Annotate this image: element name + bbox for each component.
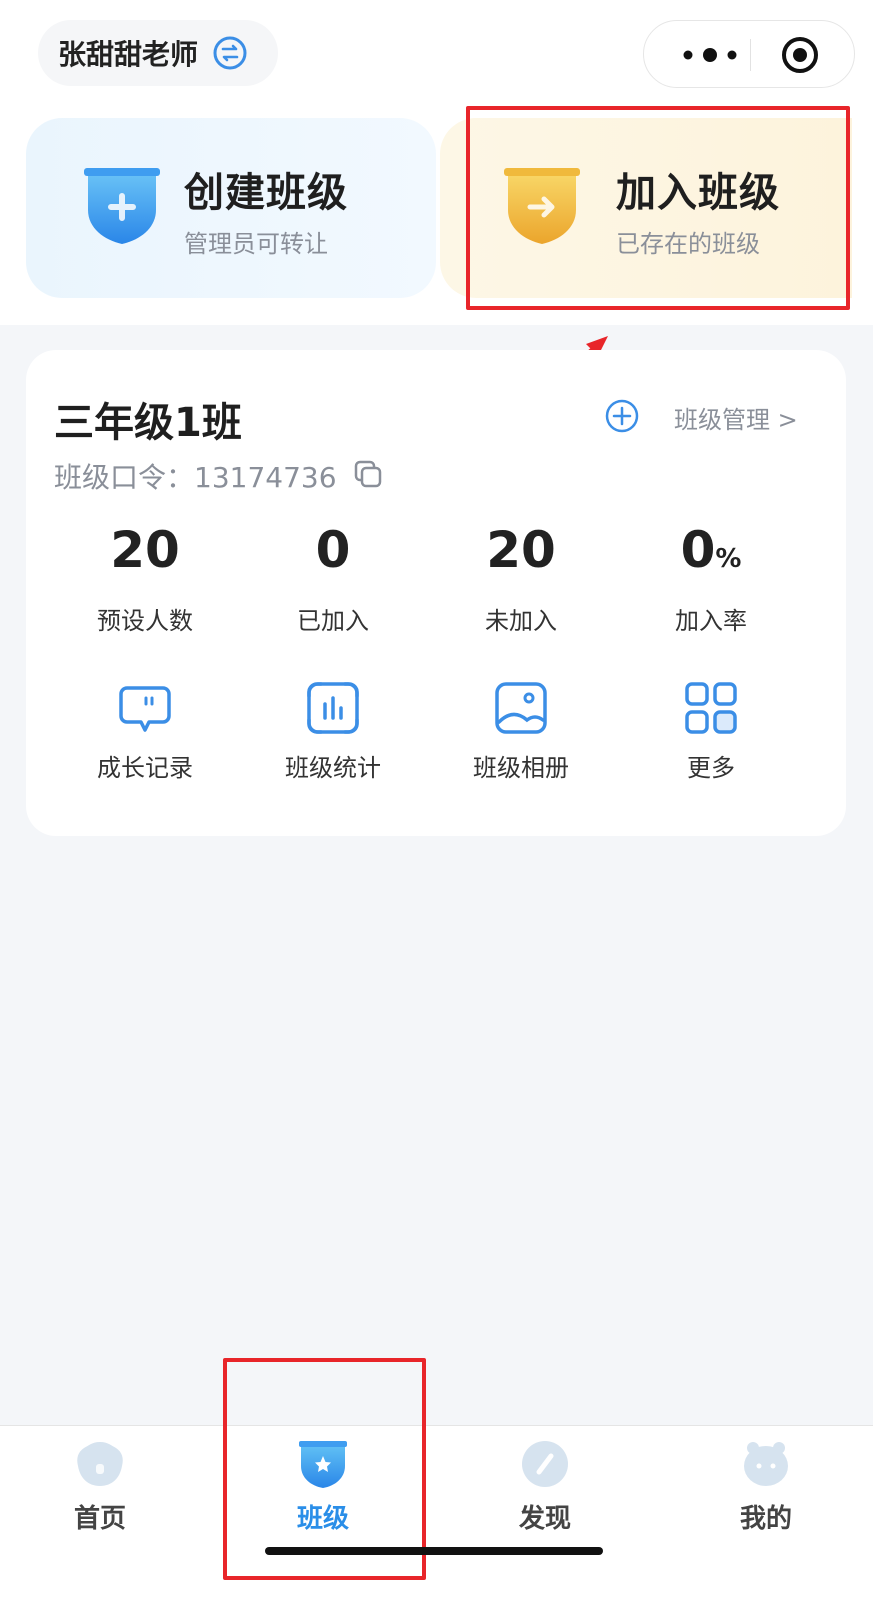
stat-preset-count: 20 预设人数 (50, 520, 240, 636)
tab-home[interactable]: 首页 (20, 1438, 180, 1535)
grid-more-icon (685, 682, 737, 734)
home-indicator (265, 1547, 603, 1555)
tab-label: 我的 (739, 1504, 792, 1534)
class-code: 班级口令：13174736 (54, 461, 337, 494)
tab-profile[interactable]: 我的 (686, 1438, 846, 1535)
create-class-card[interactable]: 创建班级 管理员可转让 (26, 118, 436, 298)
tab-label: 发现 (518, 1504, 571, 1534)
stat-value: 20 (110, 521, 180, 579)
shield-plus-icon (84, 168, 160, 244)
mini-program-capsule (643, 20, 855, 88)
create-class-title: 创建班级 (184, 170, 348, 216)
stat-value: 20 (486, 521, 556, 579)
home-icon (77, 1442, 123, 1486)
tool-label: 班级相册 (473, 754, 569, 782)
capsule-divider (750, 39, 751, 71)
tool-label: 班级统计 (285, 754, 381, 782)
bar-stats-icon (307, 682, 359, 734)
tab-discover[interactable]: 发现 (465, 1438, 625, 1535)
add-circle-icon[interactable] (604, 398, 640, 434)
switch-icon (213, 36, 247, 70)
profile-icon (744, 1442, 788, 1486)
tab-label: 首页 (73, 1504, 126, 1534)
stat-label: 加入率 (675, 607, 747, 635)
class-card: 三年级1班 班级管理 > 班级口令：13174736 20 预设人数 0 已加入… (26, 350, 846, 836)
class-manage-link[interactable]: 班级管理 > (674, 400, 798, 435)
user-switcher[interactable]: 张甜甜老师 (38, 20, 278, 86)
chat-bubble-icon (119, 686, 171, 732)
create-class-subtitle: 管理员可转让 (184, 230, 328, 258)
tool-class-stats[interactable]: 班级统计 (238, 680, 428, 783)
stat-joined-count: 0 已加入 (238, 520, 428, 636)
stat-label: 未加入 (485, 607, 557, 635)
photo-album-icon (495, 682, 547, 734)
tool-label: 成长记录 (97, 754, 193, 782)
tool-label: 更多 (687, 754, 735, 782)
target-icon[interactable] (780, 35, 820, 75)
stat-label: 预设人数 (97, 607, 193, 635)
tool-more[interactable]: 更多 (616, 680, 806, 783)
copy-icon[interactable] (352, 458, 384, 490)
discover-icon (522, 1441, 568, 1487)
user-name: 张甜甜老师 (58, 38, 199, 71)
tool-class-album[interactable]: 班级相册 (426, 680, 616, 783)
bottom-tab-bar: 首页 班级 发现 我的 (0, 1425, 873, 1601)
stat-not-joined-count: 20 未加入 (426, 520, 616, 636)
class-name: 三年级1班 (54, 400, 242, 446)
stat-value: 0 (315, 521, 351, 579)
top-section: 张甜甜老师 创建班级 管理员可转让 加入班级 已存在的班级 (0, 0, 873, 325)
more-dots-icon[interactable] (674, 43, 746, 67)
tool-growth-record[interactable]: 成长记录 (50, 680, 240, 783)
stat-label: 已加入 (297, 607, 369, 635)
stat-join-rate: 0% 加入率 (616, 520, 806, 636)
join-class-highlight (466, 106, 850, 310)
stat-value: 0% (680, 521, 742, 579)
